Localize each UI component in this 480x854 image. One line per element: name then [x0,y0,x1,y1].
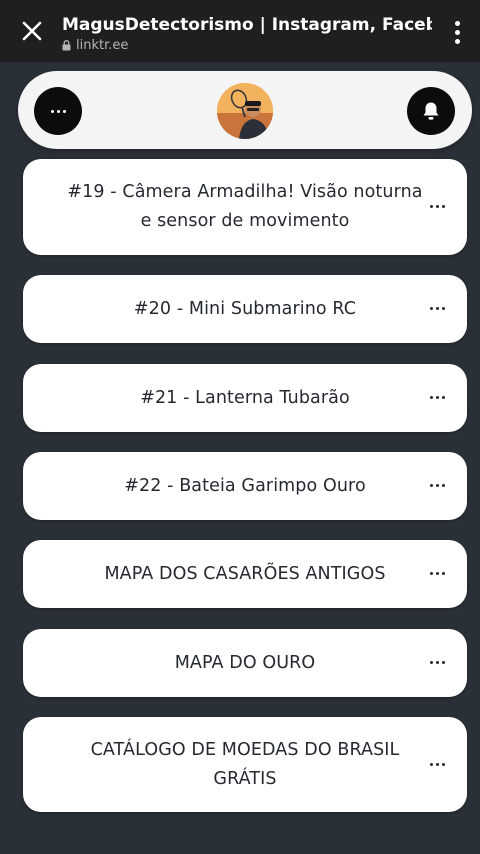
menu-dot [50,109,54,113]
menu-dot [442,396,445,399]
profile-avatar[interactable] [217,83,273,139]
menu-dot [430,205,433,208]
link-card[interactable]: CATÁLOGO DE MOEDAS DO BRASIL GRÁTIS [23,717,467,812]
link-card[interactable]: MAPA DO OURO [23,629,467,697]
more-horizontal-icon[interactable] [430,307,445,310]
menu-dot [436,572,439,575]
menu-dot [442,572,445,575]
menu-dot [56,109,60,113]
menu-dot [436,484,439,487]
lock-icon [62,40,71,51]
menu-dot [430,484,433,487]
page-title-block: MagusDetectorismo | Instagram, Facebook … [62,14,432,53]
link-card[interactable]: #20 - Mini Submarino RC [23,275,467,343]
menu-dot [430,762,433,766]
menu-dot [442,484,445,487]
kebab-dot [454,29,460,35]
link-label: #22 - Bateia Garimpo Ouro [124,475,366,496]
menu-dot [442,661,445,664]
more-horizontal-icon[interactable] [430,484,445,487]
page-title: MagusDetectorismo | Instagram, Facebook … [62,15,432,35]
menu-dot [436,307,439,310]
menu-dot [436,661,439,664]
share-menu-button[interactable] [34,87,82,135]
menu-dot [436,762,439,766]
url-text: linktr.ee [76,38,129,53]
link-label: MAPA DOS CASARÕES ANTIGOS [104,563,386,584]
profile-header [18,71,472,149]
menu-dot [430,396,433,399]
link-card[interactable]: MAPA DOS CASARÕES ANTIGOS [23,540,467,608]
link-label: #21 - Lanterna Tubarão [140,387,350,408]
more-horizontal-icon[interactable] [430,396,445,399]
link-label: MAPA DO OURO [174,652,316,673]
avatar-image [217,83,273,139]
menu-dot [442,307,445,310]
close-icon [22,21,42,41]
close-button[interactable] [18,17,46,45]
more-horizontal-icon[interactable] [430,572,445,575]
link-card[interactable]: #19 - Câmera Armadilha! Visão noturna e … [23,159,467,255]
link-card[interactable]: #22 - Bateia Garimpo Ouro [23,452,467,520]
menu-dot [430,661,433,664]
link-label: CATÁLOGO DE MOEDAS DO BRASIL GRÁTIS [90,739,400,789]
browser-toolbar: MagusDetectorismo | Instagram, Facebook … [0,0,480,62]
subscribe-bell-button[interactable] [407,87,455,135]
menu-dot [430,307,433,310]
menu-dot [436,396,439,399]
more-horizontal-icon[interactable] [430,661,445,664]
more-horizontal-icon [50,109,66,113]
link-label: #19 - Câmera Armadilha! Visão noturna e … [67,182,423,231]
more-horizontal-icon[interactable] [430,205,445,208]
link-label: #20 - Mini Submarino RC [133,298,357,319]
kebab-dot [454,38,460,44]
menu-dot [442,762,445,766]
kebab-dot [454,20,460,26]
browser-menu-button[interactable] [446,18,468,46]
more-horizontal-icon[interactable] [430,762,445,766]
menu-dot [62,109,66,113]
menu-dot [436,205,439,208]
link-card[interactable]: #21 - Lanterna Tubarão [23,364,467,432]
menu-dot [430,572,433,575]
url-row: linktr.ee [62,38,432,53]
bell-icon [423,102,439,120]
menu-dot [442,205,445,208]
